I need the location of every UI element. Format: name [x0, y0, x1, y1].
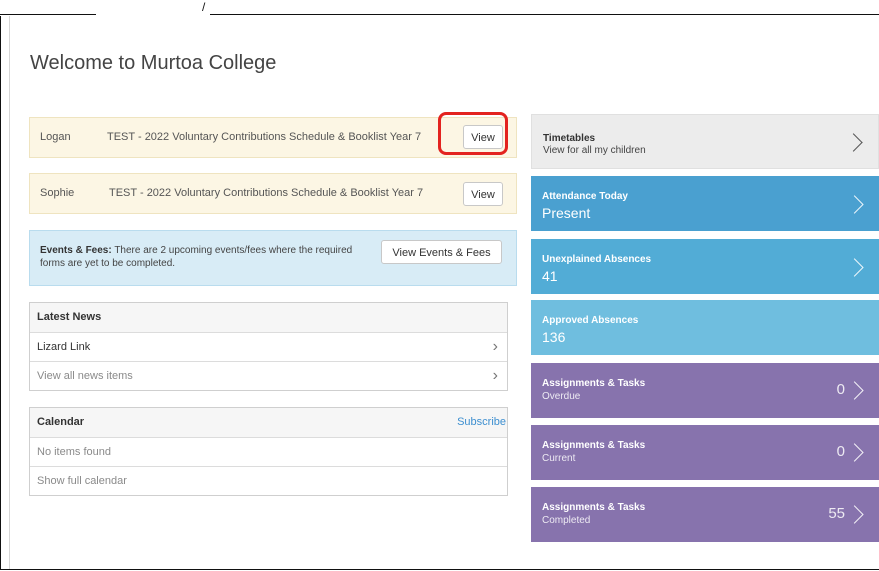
- chevron-right-icon: [845, 381, 864, 400]
- tile-title: Timetables: [543, 133, 596, 144]
- chevron-right-icon: [845, 505, 864, 524]
- approved-count: 136: [542, 329, 566, 345]
- unexplained-absences-tile[interactable]: Unexplained Absences 41: [531, 239, 879, 294]
- chevron-right-icon: ›: [492, 367, 498, 384]
- tile-title: Approved Absences: [542, 315, 639, 326]
- main-content: Welcome to Murtoa College Logan TEST - 2…: [9, 16, 879, 569]
- attendance-value: Present: [542, 205, 591, 221]
- view-all-news-link[interactable]: View all news items ›: [30, 361, 507, 390]
- chevron-right-icon: [844, 133, 863, 152]
- page-title: Welcome to Murtoa College: [30, 52, 277, 74]
- completed-count: 55: [828, 505, 845, 522]
- unexplained-count: 41: [542, 268, 558, 284]
- top-edge-mark: /: [202, 0, 206, 14]
- view-events-fees-button[interactable]: View Events & Fees: [381, 240, 502, 264]
- show-full-calendar-link[interactable]: Show full calendar: [30, 466, 507, 495]
- attendance-today-tile[interactable]: Attendance Today Present: [531, 176, 879, 231]
- chevron-right-icon: ›: [492, 338, 498, 355]
- top-border-gap: /: [96, 0, 210, 16]
- tile-title: Assignments & Tasks: [542, 378, 646, 389]
- overdue-count: 0: [836, 381, 845, 398]
- events-fees-alert: Events & Fees: There are 2 upcoming even…: [29, 230, 517, 286]
- chevron-right-icon: [845, 443, 864, 462]
- calendar-title: Calendar: [37, 416, 85, 428]
- assignments-completed-tile[interactable]: Assignments & Tasks Completed 55: [531, 487, 879, 542]
- top-edge: /: [0, 0, 879, 16]
- events-fees-label: Events & Fees:: [40, 245, 112, 256]
- tile-subtitle: Current: [542, 453, 576, 464]
- approved-absences-tile[interactable]: Approved Absences 136: [531, 300, 879, 355]
- tile-title: Unexplained Absences: [542, 254, 652, 265]
- notice-student: Sophie: [40, 187, 75, 199]
- current-count: 0: [836, 443, 845, 460]
- tile-title: Attendance Today: [542, 191, 628, 202]
- calendar-empty-message: No items found: [30, 437, 507, 466]
- subscribe-link[interactable]: Subscribe: [457, 408, 506, 436]
- news-item-label: Lizard Link: [37, 341, 91, 353]
- tile-title: Assignments & Tasks: [542, 502, 646, 513]
- notice-document[interactable]: TEST - 2022 Voluntary Contributions Sche…: [107, 131, 421, 143]
- events-fees-text: Events & Fees: There are 2 upcoming even…: [40, 244, 370, 270]
- tile-subtitle: View for all my children: [543, 145, 646, 156]
- highlight-annotation: [438, 112, 508, 155]
- calendar-panel: Calendar Subscribe No items found Show f…: [29, 407, 508, 496]
- assignments-overdue-tile[interactable]: Assignments & Tasks Overdue 0: [531, 363, 879, 418]
- latest-news-header: Latest News: [30, 303, 507, 332]
- tile-title: Assignments & Tasks: [542, 440, 646, 451]
- assignments-current-tile[interactable]: Assignments & Tasks Current 0: [531, 425, 879, 480]
- chevron-right-icon: [845, 258, 864, 277]
- tile-subtitle: Completed: [542, 515, 591, 526]
- view-button-sophie[interactable]: View: [463, 182, 503, 206]
- news-item-lizard-link[interactable]: Lizard Link ›: [30, 332, 507, 361]
- latest-news-panel: Latest News Lizard Link › View all news …: [29, 302, 508, 391]
- notice-student: Logan: [40, 131, 71, 143]
- tile-subtitle: Overdue: [542, 391, 581, 402]
- chevron-right-icon: [845, 195, 864, 214]
- view-all-news-label: View all news items: [37, 370, 133, 382]
- notice-row-sophie: Sophie TEST - 2022 Voluntary Contributio…: [29, 173, 517, 214]
- notice-document[interactable]: TEST - 2022 Voluntary Contributions Sche…: [109, 187, 423, 199]
- calendar-header: Calendar Subscribe: [30, 408, 507, 437]
- timetables-tile[interactable]: Timetables View for all my children: [531, 114, 879, 169]
